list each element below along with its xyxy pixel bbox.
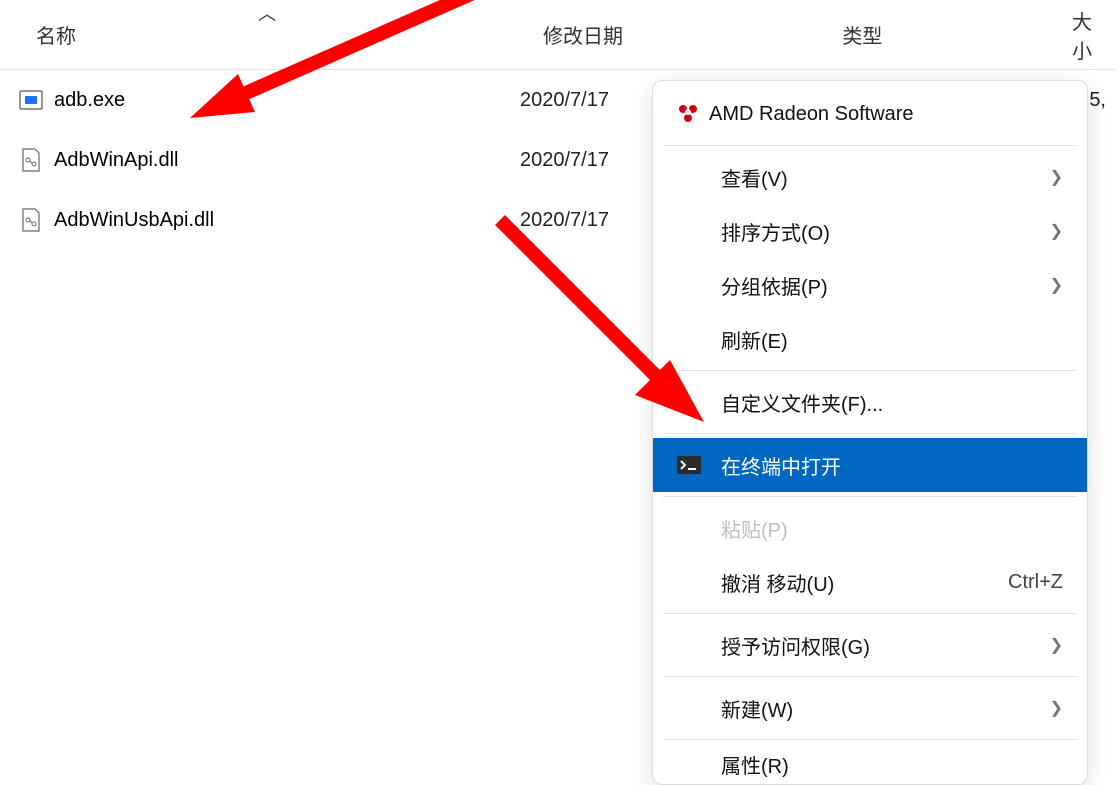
chevron-right-icon: ❯ bbox=[1050, 221, 1063, 241]
menu-shortcut: Ctrl+Z bbox=[1008, 571, 1063, 594]
file-name: AdbWinUsbApi.dll bbox=[54, 209, 214, 232]
sort-indicator-icon: ︿ bbox=[258, 0, 276, 26]
menu-label: 撤消 移动(U) bbox=[677, 568, 1008, 597]
dll-file-icon bbox=[18, 207, 44, 233]
context-menu: AMD Radeon Software 查看(V) ❯ 排序方式(O) ❯ 分组… bbox=[652, 80, 1088, 785]
column-size-label: 大小 bbox=[1072, 12, 1092, 63]
column-type-label: 类型 bbox=[842, 26, 882, 48]
column-name[interactable]: 名称 ︿ bbox=[0, 0, 519, 69]
menu-label: 在终端中打开 bbox=[709, 451, 1063, 480]
amd-radeon-icon bbox=[677, 103, 709, 125]
menu-label: 新建(W) bbox=[677, 694, 1050, 723]
menu-label: 粘贴(P) bbox=[677, 514, 1063, 543]
menu-label: 属性(R) bbox=[677, 750, 1063, 779]
chevron-right-icon: ❯ bbox=[1050, 698, 1063, 718]
menu-item-refresh[interactable]: 刷新(E) bbox=[653, 312, 1087, 366]
menu-label: AMD Radeon Software bbox=[709, 103, 1063, 126]
menu-item-properties[interactable]: 属性(R) bbox=[653, 744, 1087, 784]
menu-label: 查看(V) bbox=[677, 163, 1050, 192]
terminal-icon bbox=[677, 456, 709, 474]
chevron-right-icon: ❯ bbox=[1050, 275, 1063, 295]
menu-separator bbox=[663, 433, 1077, 434]
menu-item-view[interactable]: 查看(V) ❯ bbox=[653, 150, 1087, 204]
menu-separator bbox=[663, 496, 1077, 497]
file-name: adb.exe bbox=[54, 89, 125, 112]
menu-separator bbox=[663, 739, 1077, 740]
menu-label: 授予访问权限(G) bbox=[677, 631, 1050, 660]
column-date-label: 修改日期 bbox=[543, 26, 623, 48]
file-list-header: 名称 ︿ 修改日期 类型 大小 bbox=[0, 0, 1116, 70]
menu-item-grant-access[interactable]: 授予访问权限(G) ❯ bbox=[653, 618, 1087, 672]
menu-separator bbox=[663, 613, 1077, 614]
menu-item-customize-folder[interactable]: 自定义文件夹(F)... bbox=[653, 375, 1087, 429]
menu-label: 刷新(E) bbox=[677, 325, 1063, 354]
menu-item-paste: 粘贴(P) bbox=[653, 501, 1087, 555]
menu-item-new[interactable]: 新建(W) ❯ bbox=[653, 681, 1087, 735]
exe-file-icon bbox=[18, 87, 44, 113]
menu-item-undo-move[interactable]: 撤消 移动(U) Ctrl+Z bbox=[653, 555, 1087, 609]
menu-separator bbox=[663, 676, 1077, 677]
menu-separator bbox=[663, 145, 1077, 146]
column-name-label: 名称 bbox=[36, 26, 76, 48]
file-size: 5, bbox=[1089, 89, 1106, 112]
chevron-right-icon: ❯ bbox=[1050, 167, 1063, 187]
column-type[interactable]: 类型 bbox=[818, 0, 1048, 69]
menu-item-sort[interactable]: 排序方式(O) ❯ bbox=[653, 204, 1087, 258]
file-name: AdbWinApi.dll bbox=[54, 149, 179, 172]
column-date[interactable]: 修改日期 bbox=[519, 0, 818, 69]
menu-label: 排序方式(O) bbox=[677, 217, 1050, 246]
menu-label: 自定义文件夹(F)... bbox=[677, 388, 1063, 417]
menu-separator bbox=[663, 370, 1077, 371]
dll-file-icon bbox=[18, 147, 44, 173]
menu-label: 分组依据(P) bbox=[677, 271, 1050, 300]
menu-item-group[interactable]: 分组依据(P) ❯ bbox=[653, 258, 1087, 312]
chevron-right-icon: ❯ bbox=[1050, 635, 1063, 655]
menu-item-open-terminal[interactable]: 在终端中打开 bbox=[653, 438, 1087, 492]
column-size[interactable]: 大小 bbox=[1048, 0, 1116, 84]
menu-item-amd-radeon[interactable]: AMD Radeon Software bbox=[653, 87, 1087, 141]
